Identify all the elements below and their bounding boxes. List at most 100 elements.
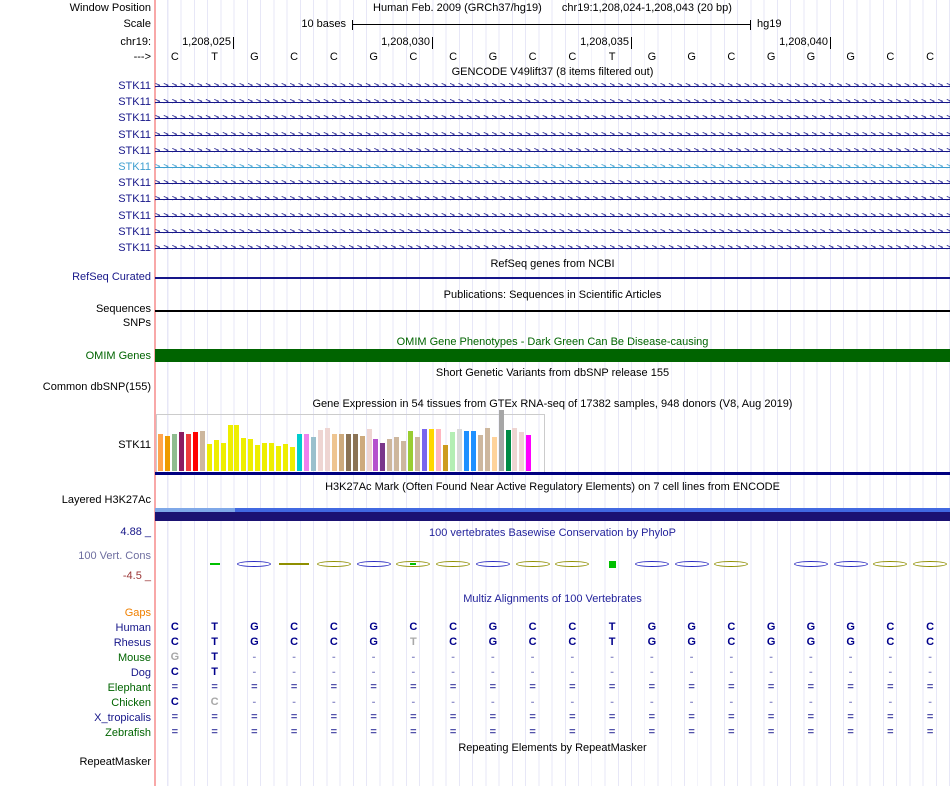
gtex-tissue-bar[interactable] bbox=[367, 429, 372, 471]
gtex-tissue-bar[interactable] bbox=[248, 439, 253, 471]
gene-transcript-arrows[interactable]: >>>>>>>>>>>>>>>>>>>>>>>>>>>>>>>>>>>>>>>>… bbox=[155, 211, 950, 222]
scale-bar-right-tick bbox=[750, 20, 751, 30]
gtex-tissue-bar[interactable] bbox=[436, 429, 441, 471]
gtex-tissue-bar[interactable] bbox=[304, 434, 309, 471]
gtex-tissue-bar[interactable] bbox=[485, 428, 490, 471]
gtex-tissue-bar[interactable] bbox=[499, 410, 504, 471]
gtex-tissue-bar[interactable] bbox=[221, 443, 226, 471]
gtex-tissue-bar[interactable] bbox=[353, 434, 358, 471]
sequences-item-bar[interactable] bbox=[155, 310, 950, 312]
gtex-tissue-bar[interactable] bbox=[387, 439, 392, 471]
alignment-base: - bbox=[451, 696, 455, 709]
gtex-tissue-bar[interactable] bbox=[228, 425, 233, 471]
alignment-base: C bbox=[171, 696, 179, 709]
conservation-mark bbox=[675, 561, 709, 567]
gtex-tissue-bar[interactable] bbox=[519, 432, 524, 471]
repeatmasker-label: RepeatMasker bbox=[0, 756, 151, 769]
gtex-tissue-bar[interactable] bbox=[471, 431, 476, 471]
gtex-tissue-bar[interactable] bbox=[492, 437, 497, 471]
gtex-tissue-bar[interactable] bbox=[443, 445, 448, 471]
alignment-base: - bbox=[292, 651, 296, 664]
gtex-tissue-bar[interactable] bbox=[179, 432, 184, 471]
alignment-base: C bbox=[926, 621, 934, 634]
assembly-title: Human Feb. 2009 (GRCh37/hg19) bbox=[373, 2, 542, 14]
gtex-tissue-bar[interactable] bbox=[158, 434, 163, 471]
gtex-tissue-bar[interactable] bbox=[214, 440, 219, 471]
gtex-tissue-bar[interactable] bbox=[186, 434, 191, 471]
refseq-track-title: RefSeq genes from NCBI bbox=[155, 258, 950, 271]
gene-transcript-arrows[interactable]: >>>>>>>>>>>>>>>>>>>>>>>>>>>>>>>>>>>>>>>>… bbox=[155, 194, 950, 205]
gtex-tissue-bar[interactable] bbox=[429, 429, 434, 471]
gene-transcript-arrows[interactable]: >>>>>>>>>>>>>>>>>>>>>>>>>>>>>>>>>>>>>>>>… bbox=[155, 81, 950, 92]
gtex-tissue-bar[interactable] bbox=[408, 431, 413, 471]
gtex-tissue-bar[interactable] bbox=[297, 434, 302, 471]
gtex-tissue-bar[interactable] bbox=[318, 430, 323, 471]
scale-label: Scale bbox=[0, 18, 151, 31]
gtex-tissue-bar[interactable] bbox=[276, 446, 281, 471]
gtex-axis-line bbox=[155, 472, 950, 475]
gtex-tissue-bar[interactable] bbox=[373, 439, 378, 471]
gene-transcript-arrows[interactable]: >>>>>>>>>>>>>>>>>>>>>>>>>>>>>>>>>>>>>>>>… bbox=[155, 178, 950, 189]
alignment-base: = bbox=[490, 681, 496, 694]
gtex-tissue-bar[interactable] bbox=[380, 443, 385, 471]
alignment-base: G bbox=[807, 636, 816, 649]
alignment-base: = bbox=[211, 681, 217, 694]
gtex-tissue-bar[interactable] bbox=[457, 429, 462, 471]
gtex-tissue-bar[interactable] bbox=[165, 436, 170, 471]
gtex-tissue-bar[interactable] bbox=[394, 437, 399, 471]
scale-bar bbox=[352, 24, 750, 25]
omim-gene-bar[interactable] bbox=[155, 349, 950, 362]
gtex-tissue-bar[interactable] bbox=[464, 431, 469, 471]
gtex-tissue-bar[interactable] bbox=[325, 428, 330, 471]
gene-transcript-arrows[interactable]: >>>>>>>>>>>>>>>>>>>>>>>>>>>>>>>>>>>>>>>>… bbox=[155, 162, 950, 173]
gtex-tissue-bar[interactable] bbox=[339, 434, 344, 471]
gtex-tissue-bar[interactable] bbox=[422, 429, 427, 471]
gene-transcript-arrows[interactable]: >>>>>>>>>>>>>>>>>>>>>>>>>>>>>>>>>>>>>>>>… bbox=[155, 227, 950, 238]
gtex-tissue-bar[interactable] bbox=[332, 434, 337, 471]
gtex-tissue-bar[interactable] bbox=[193, 432, 198, 471]
gene-transcript-arrows[interactable]: >>>>>>>>>>>>>>>>>>>>>>>>>>>>>>>>>>>>>>>>… bbox=[155, 243, 950, 254]
gene-row-label: STK11 bbox=[0, 177, 151, 190]
alignment-base: G bbox=[807, 621, 816, 634]
ruler-tick-label: 1,208,035 bbox=[529, 36, 629, 48]
gene-transcript-arrows[interactable]: >>>>>>>>>>>>>>>>>>>>>>>>>>>>>>>>>>>>>>>>… bbox=[155, 130, 950, 141]
alignment-base: - bbox=[690, 696, 694, 709]
dna-base: G bbox=[687, 51, 696, 63]
gtex-tissue-bar[interactable] bbox=[269, 443, 274, 471]
gtex-tissue-bar[interactable] bbox=[241, 438, 246, 471]
omim-genes-label: OMIM Genes bbox=[0, 350, 151, 363]
gtex-tissue-bar[interactable] bbox=[415, 437, 420, 471]
alignment-base: - bbox=[531, 666, 535, 679]
alignment-base: = bbox=[331, 726, 337, 739]
gene-transcript-arrows[interactable]: >>>>>>>>>>>>>>>>>>>>>>>>>>>>>>>>>>>>>>>>… bbox=[155, 97, 950, 108]
gene-transcript-arrows[interactable]: >>>>>>>>>>>>>>>>>>>>>>>>>>>>>>>>>>>>>>>>… bbox=[155, 113, 950, 124]
gtex-tissue-bar[interactable] bbox=[401, 441, 406, 471]
gtex-tissue-bar[interactable] bbox=[172, 434, 177, 471]
gtex-tissue-bar[interactable] bbox=[200, 431, 205, 471]
gtex-tissue-bar[interactable] bbox=[450, 432, 455, 471]
alignment-base: C bbox=[529, 636, 537, 649]
gtex-tissue-bar[interactable] bbox=[207, 444, 212, 471]
gtex-tissue-bar[interactable] bbox=[234, 425, 239, 471]
alignment-base: = bbox=[847, 726, 853, 739]
alignment-base: G bbox=[171, 651, 180, 664]
gene-transcript-arrows[interactable]: >>>>>>>>>>>>>>>>>>>>>>>>>>>>>>>>>>>>>>>>… bbox=[155, 146, 950, 157]
gtex-tissue-bar[interactable] bbox=[526, 435, 531, 471]
gtex-tissue-bar[interactable] bbox=[346, 434, 351, 471]
gtex-tissue-bar[interactable] bbox=[512, 428, 517, 471]
chromosome-label: chr19: bbox=[0, 36, 151, 49]
alignment-base: - bbox=[571, 651, 575, 664]
gtex-tissue-bar[interactable] bbox=[262, 443, 267, 471]
alignment-base: = bbox=[291, 726, 297, 739]
gtex-tissue-bar[interactable] bbox=[283, 444, 288, 471]
ruler-tick-label: 1,208,030 bbox=[330, 36, 430, 48]
dna-base: C bbox=[409, 51, 417, 63]
gtex-tissue-bar[interactable] bbox=[478, 435, 483, 471]
alignment-base: C bbox=[727, 621, 735, 634]
gtex-tissue-bar[interactable] bbox=[360, 436, 365, 471]
gtex-tissue-bar[interactable] bbox=[290, 447, 295, 471]
gtex-tissue-bar[interactable] bbox=[311, 437, 316, 471]
refseq-gene-bar[interactable] bbox=[155, 277, 950, 279]
gtex-tissue-bar[interactable] bbox=[255, 445, 260, 471]
gtex-tissue-bar[interactable] bbox=[506, 430, 511, 471]
